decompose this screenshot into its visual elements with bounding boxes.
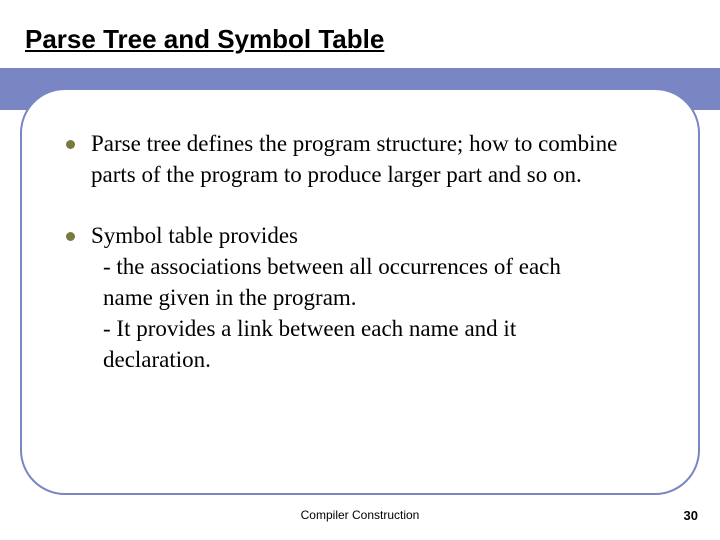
bullet-item: Parse tree defines the program structure… — [66, 128, 663, 190]
slide-title: Parse Tree and Symbol Table — [25, 24, 384, 55]
bullet-subline: name given in the program. — [91, 282, 561, 313]
bullet-item: Symbol table provides - the associations… — [66, 220, 663, 375]
footer-label: Compiler Construction — [301, 508, 420, 522]
footer: Compiler Construction 30 — [0, 508, 720, 528]
bullet-intro: Symbol table provides — [91, 223, 298, 248]
content-frame: Parse tree defines the program structure… — [20, 88, 700, 495]
bullet-icon — [66, 232, 75, 241]
bullet-subline: - It provides a link between each name a… — [91, 313, 561, 344]
bullet-text: Parse tree defines the program structure… — [91, 128, 663, 190]
bullet-icon — [66, 140, 75, 149]
bullet-subline: - the associations between all occurrenc… — [91, 251, 561, 282]
bullet-text: Symbol table provides - the associations… — [91, 220, 561, 375]
bullet-subline: declaration. — [91, 344, 561, 375]
page-number: 30 — [684, 508, 698, 523]
